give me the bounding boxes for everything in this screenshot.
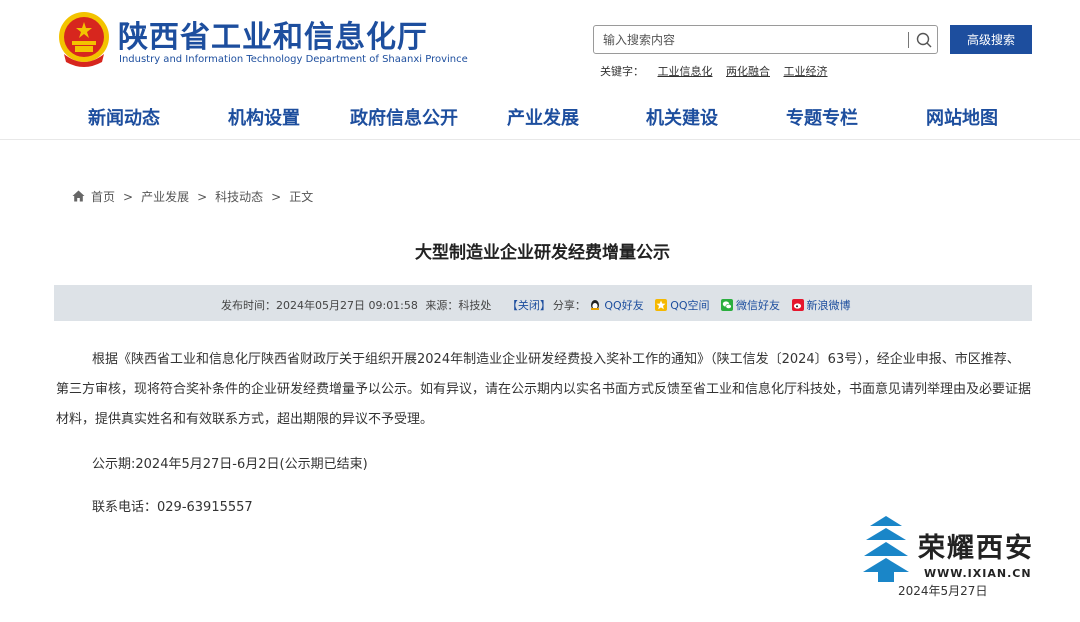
share-qq-zone[interactable]: QQ空间 bbox=[655, 299, 710, 312]
article-title: 大型制造业企业研发经费增量公示 bbox=[415, 243, 670, 263]
watermark-pagoda-logo bbox=[863, 516, 909, 582]
published-label: 发布时间： bbox=[221, 299, 276, 312]
watermark-url: WWW.IXIAN.CN bbox=[924, 567, 1032, 580]
share-qq-friend[interactable]: QQ好友 bbox=[589, 299, 644, 312]
publicity-period: 公示期:2024年5月27日-6月2日(公示期已结束) bbox=[92, 457, 368, 472]
main-nav: 新闻动态 机构设置 政府信息公开 产业发展 机关建设 专题专栏 网站地图 bbox=[54, 104, 1032, 132]
breadcrumb-current: 正文 bbox=[289, 190, 314, 204]
source-label: 来源： bbox=[425, 299, 459, 312]
breadcrumb: 首页 > 产业发展 > 科技动态 > 正文 bbox=[72, 188, 313, 205]
nav-item-special-topics[interactable]: 专题专栏 bbox=[786, 104, 858, 130]
search-icon[interactable] bbox=[914, 30, 934, 50]
share-qq-friend-label: QQ好友 bbox=[604, 299, 644, 312]
nav-item-party-building[interactable]: 机关建设 bbox=[646, 104, 718, 130]
breadcrumb-separator: > bbox=[197, 190, 208, 204]
share-wechat-label: 微信好友 bbox=[736, 299, 781, 312]
close-link[interactable]: 【关闭】 bbox=[507, 299, 551, 312]
search-keywords: 关键字： 工业信息化 两化融合 工业经济 bbox=[600, 63, 838, 79]
nav-item-industry[interactable]: 产业发展 bbox=[507, 104, 579, 130]
nav-item-gov-info[interactable]: 政府信息公开 bbox=[350, 104, 458, 130]
national-emblem-icon bbox=[59, 12, 109, 67]
article-meta-bar: 发布时间：2024年05月27日 09:01:58 来源：科技处 【关闭】 分享：… bbox=[54, 285, 1032, 321]
breadcrumb-industry[interactable]: 产业发展 bbox=[141, 190, 189, 204]
home-icon bbox=[72, 190, 85, 202]
wechat-icon bbox=[721, 299, 734, 311]
site-title-en: Industry and Information Technology Depa… bbox=[119, 54, 468, 65]
breadcrumb-home[interactable]: 首页 bbox=[91, 190, 115, 204]
share-wechat[interactable]: 微信好友 bbox=[721, 299, 780, 312]
site-header: 陕西省工业和信息化厅 Industry and Information Tech… bbox=[0, 0, 1080, 140]
share-qq-zone-label: QQ空间 bbox=[670, 299, 710, 312]
search-box bbox=[593, 25, 938, 54]
nav-item-news[interactable]: 新闻动态 bbox=[88, 104, 160, 130]
search-divider bbox=[908, 32, 909, 48]
site-title-cn: 陕西省工业和信息化厅 bbox=[118, 20, 428, 55]
keyword-link[interactable]: 两化融合 bbox=[726, 65, 770, 78]
watermark-date: 2024年5月27日 bbox=[898, 584, 988, 598]
nav-item-sitemap[interactable]: 网站地图 bbox=[926, 104, 998, 130]
breadcrumb-separator: > bbox=[271, 190, 282, 204]
breadcrumb-separator: > bbox=[123, 190, 134, 204]
search-input[interactable] bbox=[594, 26, 904, 53]
qq-icon bbox=[591, 300, 600, 310]
keyword-link[interactable]: 工业信息化 bbox=[658, 65, 713, 78]
contact-phone: 联系电话：029-63915557 bbox=[92, 500, 253, 515]
share-label: 分享： bbox=[552, 299, 586, 312]
watermark-brand: 荣耀西安 bbox=[918, 533, 1034, 564]
share-weibo[interactable]: 新浪微博 bbox=[791, 299, 851, 312]
qq-zone-icon bbox=[655, 299, 668, 311]
source-value: 科技处 bbox=[458, 299, 492, 312]
advanced-search-button[interactable]: 高级搜索 bbox=[950, 25, 1032, 54]
article-paragraph: 根据《陕西省工业和信息化厅陕西省财政厅关于组织开展2024年制造业企业研发经费投… bbox=[56, 352, 1032, 427]
keyword-link[interactable]: 工业经济 bbox=[784, 65, 828, 78]
weibo-icon bbox=[791, 299, 804, 311]
article-meta: 发布时间：2024年05月27日 09:01:58 来源：科技处 【关闭】 分享：… bbox=[221, 297, 859, 313]
nav-item-organization[interactable]: 机构设置 bbox=[228, 104, 300, 130]
share-weibo-label: 新浪微博 bbox=[806, 299, 851, 312]
published-time: 2024年05月27日 09:01:58 bbox=[276, 299, 418, 312]
keywords-label: 关键字： bbox=[600, 65, 644, 78]
breadcrumb-tech-news[interactable]: 科技动态 bbox=[215, 190, 263, 204]
